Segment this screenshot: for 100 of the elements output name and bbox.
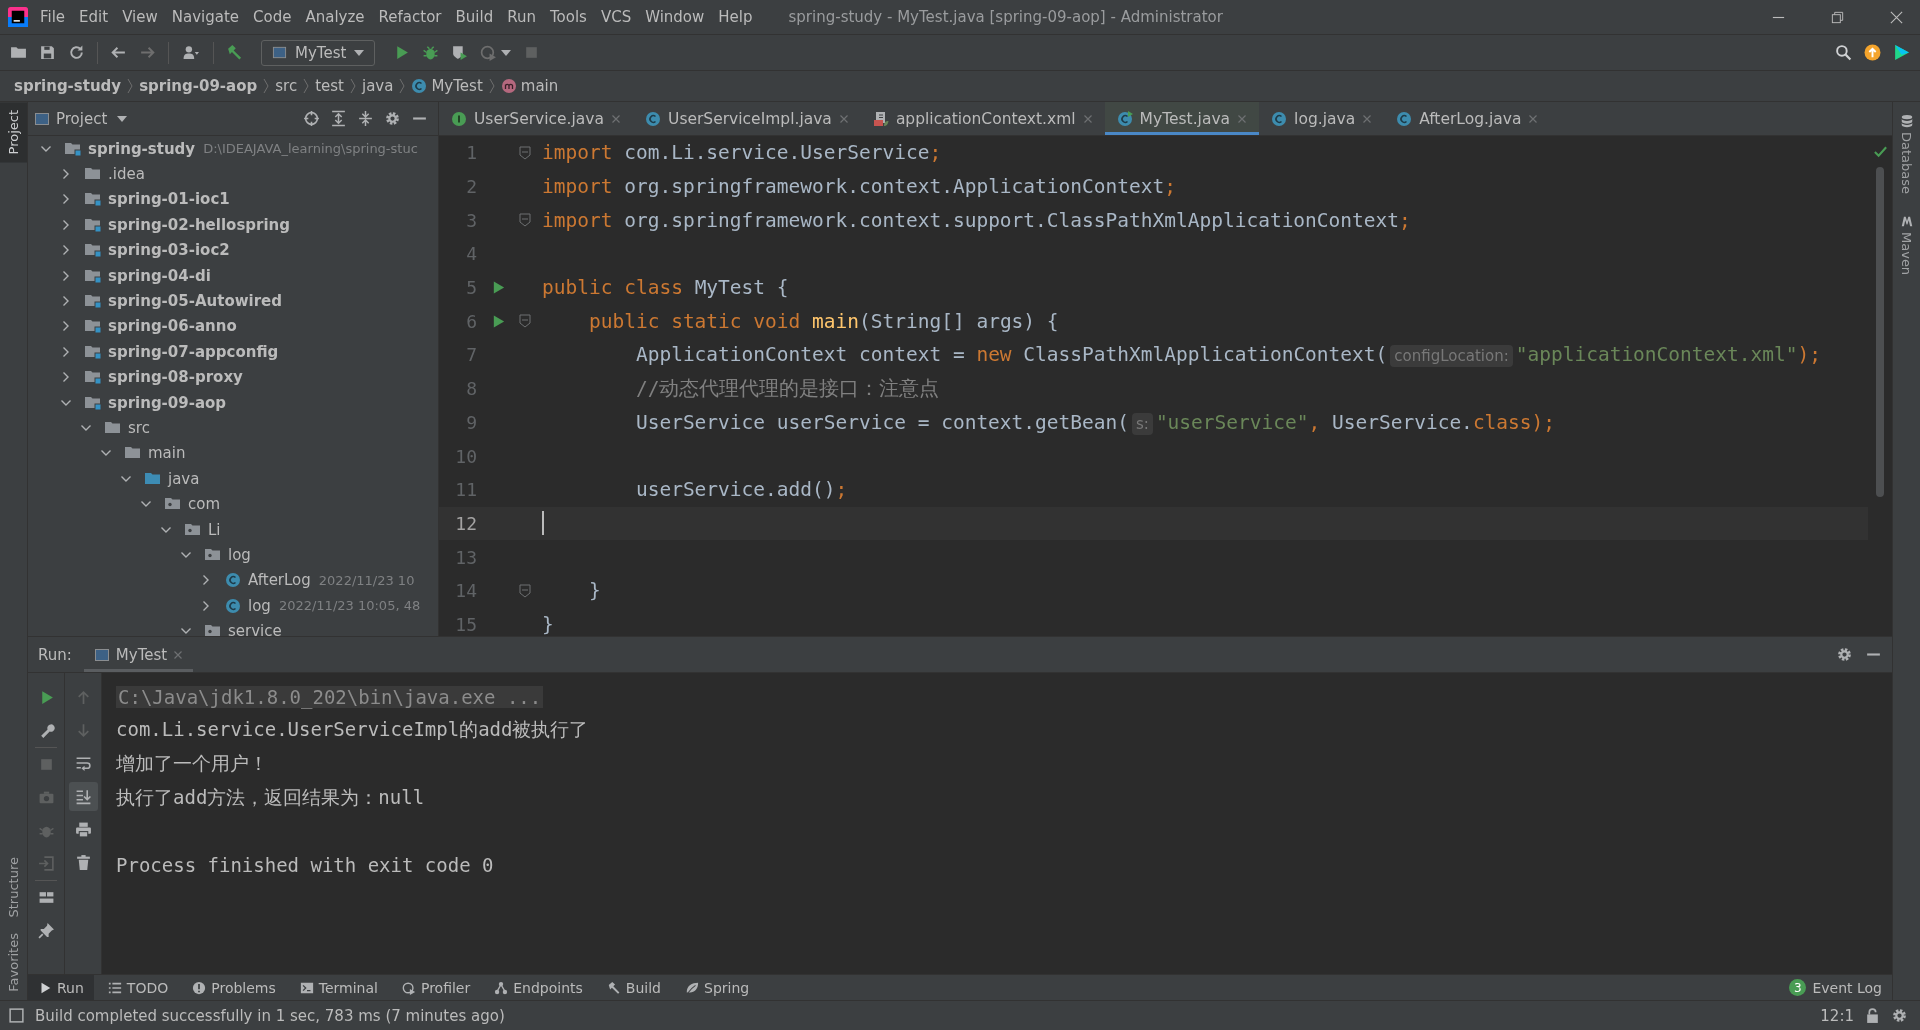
- collapse-all-icon[interactable]: [357, 110, 374, 127]
- tree-item[interactable]: com: [188, 495, 221, 514]
- tree-item[interactable]: spring-05-Autowired: [108, 292, 283, 311]
- tool-window-tab[interactable]: Endpoints: [484, 975, 593, 1000]
- menu-item[interactable]: Window: [645, 8, 705, 26]
- side-tab[interactable]: Project: [0, 102, 27, 163]
- bug-icon[interactable]: [422, 44, 440, 61]
- tree-item[interactable]: spring-01-ioc1: [108, 190, 230, 209]
- editor-tab[interactable]: MyTest.java: [1104, 102, 1260, 135]
- console-tab[interactable]: MyTest: [83, 637, 194, 672]
- scrollbar-thumb[interactable]: [1876, 167, 1884, 497]
- menu-item[interactable]: VCS: [600, 8, 632, 26]
- menu-item[interactable]: Run: [507, 8, 536, 26]
- editor-tab[interactable]: UserService.java: [439, 102, 634, 135]
- tool-window-tab[interactable]: Terminal: [289, 975, 388, 1000]
- lock-icon[interactable]: [1864, 1007, 1881, 1024]
- editor-tab[interactable]: UserServiceImpl.java: [633, 102, 861, 135]
- breadcrumb-item[interactable]: main: [520, 77, 559, 95]
- menu-item[interactable]: Build: [455, 8, 494, 26]
- user-icon[interactable]: [181, 44, 201, 61]
- settings-icon[interactable]: [1891, 1007, 1908, 1024]
- tree-item[interactable]: spring-07-appconfig: [108, 342, 279, 361]
- menu-item[interactable]: Navigate: [171, 8, 240, 26]
- line-number: 12: [454, 512, 477, 534]
- editor-tab[interactable]: log.java: [1259, 102, 1385, 135]
- save-icon[interactable]: [39, 44, 56, 61]
- settings-icon[interactable]: [1836, 646, 1853, 663]
- tree-item[interactable]: main: [148, 444, 186, 463]
- side-tab[interactable]: Database: [1899, 132, 1914, 195]
- tree-item[interactable]: spring-study: [88, 139, 196, 158]
- locate-icon[interactable]: [303, 110, 320, 127]
- tool-window-tab[interactable]: TODO: [97, 975, 179, 1000]
- side-tab[interactable]: Structure: [0, 848, 27, 926]
- editor-tab[interactable]: applicationContext.xml: [860, 102, 1105, 135]
- tree-item[interactable]: spring-02-hellospring: [108, 215, 290, 234]
- sync-icon[interactable]: [68, 44, 85, 61]
- scroll-to-end-icon[interactable]: [68, 782, 98, 811]
- breadcrumb-item[interactable]: java: [362, 77, 394, 95]
- tree-item[interactable]: src: [128, 419, 150, 437]
- chevron-icon[interactable]: [180, 625, 192, 636]
- tree-item[interactable]: spring-06-anno: [108, 317, 237, 336]
- side-tab[interactable]: Maven: [1899, 232, 1914, 276]
- menu-item[interactable]: Help: [718, 8, 753, 26]
- menu-item[interactable]: Analyze: [305, 8, 365, 26]
- menu-item[interactable]: File: [40, 8, 66, 26]
- tree-item[interactable]: spring-03-ioc2: [108, 241, 230, 260]
- tool-window-tab[interactable]: Profiler: [391, 975, 481, 1000]
- tree-item[interactable]: spring-04-di: [108, 266, 211, 285]
- tool-window-tab[interactable]: Spring: [675, 975, 760, 1000]
- tool-window-tab[interactable]: Run: [28, 975, 94, 1000]
- breadcrumb-item[interactable]: MyTest: [431, 77, 483, 95]
- menu-item[interactable]: View: [122, 8, 158, 26]
- pin-icon[interactable]: [37, 922, 55, 939]
- menu-item[interactable]: Edit: [79, 8, 109, 26]
- caret-icon[interactable]: [501, 49, 512, 56]
- breadcrumb-item[interactable]: spring-09-aop: [139, 77, 258, 95]
- menu-item[interactable]: Refactor: [378, 8, 442, 26]
- update-icon[interactable]: [1864, 44, 1881, 61]
- project-view-dropdown[interactable]: Project: [56, 109, 108, 128]
- breadcrumb-item[interactable]: spring-study: [14, 77, 122, 95]
- tree-item[interactable]: java: [168, 469, 200, 488]
- expand-all-icon[interactable]: [330, 110, 347, 127]
- settings-icon[interactable]: [384, 110, 401, 127]
- trash-icon[interactable]: [74, 854, 92, 871]
- breadcrumb-item[interactable]: src: [275, 77, 298, 95]
- caret-position[interactable]: 12:1: [1820, 1006, 1854, 1025]
- fold-marker-icon[interactable]: [519, 213, 531, 228]
- check-icon: [1872, 144, 1888, 159]
- back-arrow-icon[interactable]: [110, 44, 127, 61]
- tree-item[interactable]: spring-08-proxy: [108, 368, 243, 387]
- close-icon[interactable]: [1889, 9, 1904, 25]
- open-folder-icon[interactable]: [10, 44, 27, 61]
- print-icon[interactable]: [74, 821, 92, 838]
- fold-marker-icon[interactable]: [519, 145, 531, 160]
- tool-window-tab[interactable]: Build: [596, 975, 671, 1000]
- caret-icon[interactable]: [117, 115, 128, 122]
- tree-item[interactable]: log: [248, 596, 271, 615]
- run-config-dropdown[interactable]: MyTest: [261, 39, 376, 66]
- toolbox-logo-icon[interactable]: [1893, 44, 1910, 61]
- soft-wrap-icon[interactable]: [74, 755, 92, 772]
- tree-item[interactable]: spring-09-aop: [108, 393, 227, 412]
- tree-item[interactable]: .idea: [108, 165, 145, 184]
- breadcrumb-item[interactable]: test: [315, 77, 344, 95]
- tree-item[interactable]: AfterLog: [248, 571, 311, 590]
- tool-window-tab[interactable]: Problems: [182, 975, 286, 1000]
- restore-icon[interactable]: [1830, 9, 1845, 25]
- fold-marker-icon[interactable]: [519, 314, 531, 329]
- tree-item[interactable]: log: [228, 545, 251, 564]
- hammer-icon[interactable]: [226, 44, 243, 61]
- side-tab[interactable]: Favorites: [0, 925, 27, 1000]
- layout-toggle-icon[interactable]: [8, 1007, 25, 1024]
- search-icon[interactable]: [1835, 44, 1852, 61]
- menu-item[interactable]: Code: [253, 8, 292, 26]
- menu-item[interactable]: Tools: [549, 8, 587, 26]
- coverage-icon[interactable]: [451, 44, 469, 61]
- tree-item[interactable]: service: [228, 622, 282, 636]
- layout-icon[interactable]: [37, 889, 55, 906]
- editor-tab[interactable]: AfterLog.java: [1384, 102, 1551, 135]
- fold-marker-icon[interactable]: [519, 583, 531, 598]
- tree-item[interactable]: Li: [208, 520, 221, 539]
